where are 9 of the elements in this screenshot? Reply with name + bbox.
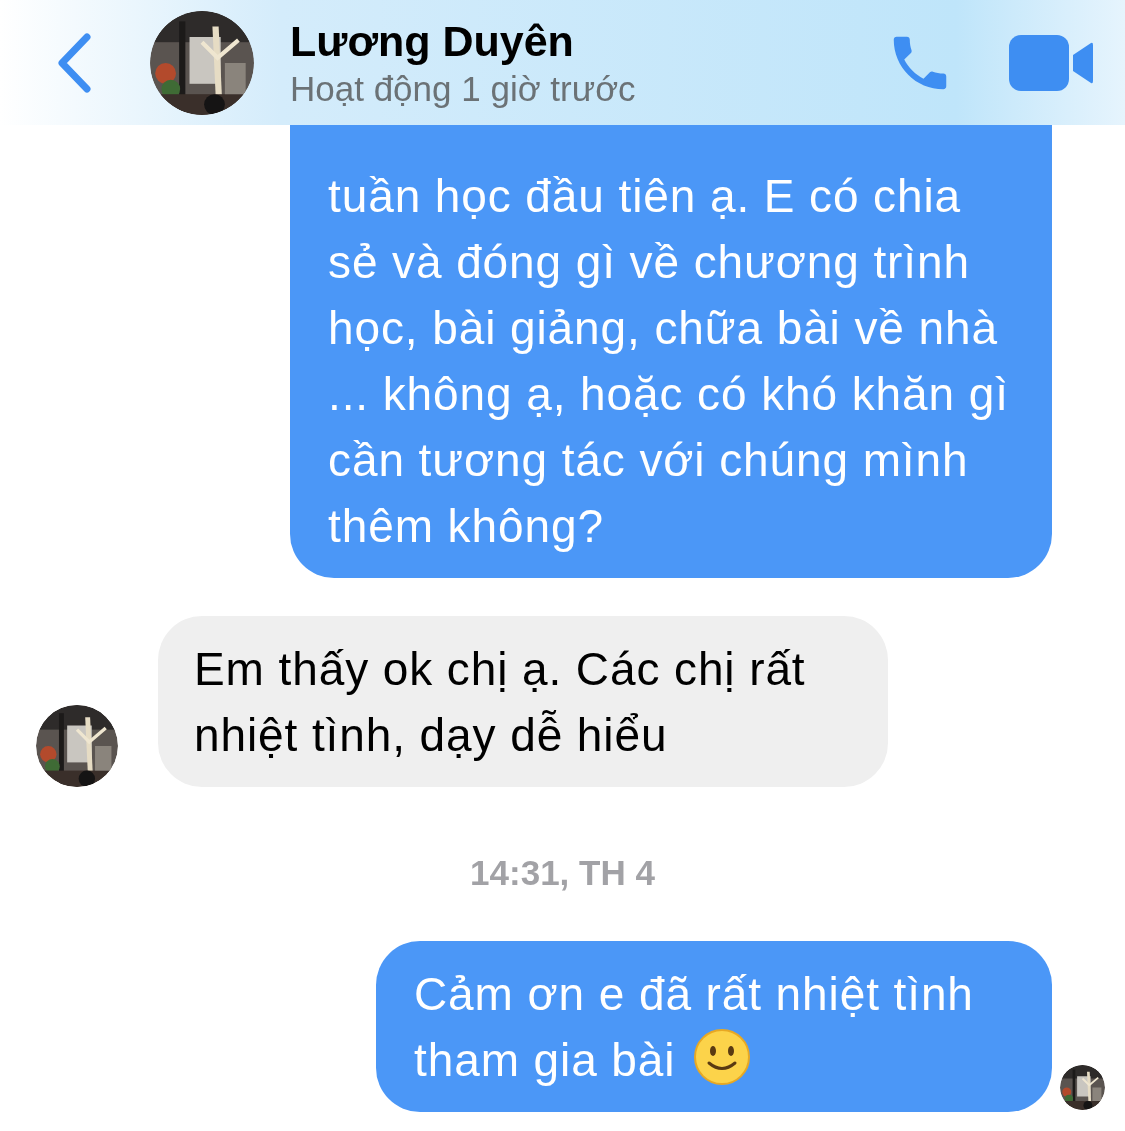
sent-message: tuần học đầu tiên ạ. E có chia sẻ và đóng gì về chương trình học, bài giảng, chữa bài về nhà ... không ạ, hoặc có khó khăn gì cần tương tác với chúng mình thêm không?: [290, 125, 1052, 578]
sent-message: Cảm ơn e đã rất nhiệt tình tham gia bài: [376, 941, 1052, 1112]
smiley-icon: [693, 1028, 752, 1086]
contact-name[interactable]: Lương Duyên: [290, 14, 885, 67]
back-icon[interactable]: [56, 31, 92, 94]
received-message: Em thấy ok chị ạ. Các chị rất nhiệt tình, dạy dễ hiểu: [158, 616, 888, 787]
timestamp: 14:31, TH 4: [470, 853, 655, 893]
activity-status: Hoạt động 1 giờ trước: [290, 67, 637, 110]
video-camera-icon[interactable]: [1009, 34, 1093, 91]
